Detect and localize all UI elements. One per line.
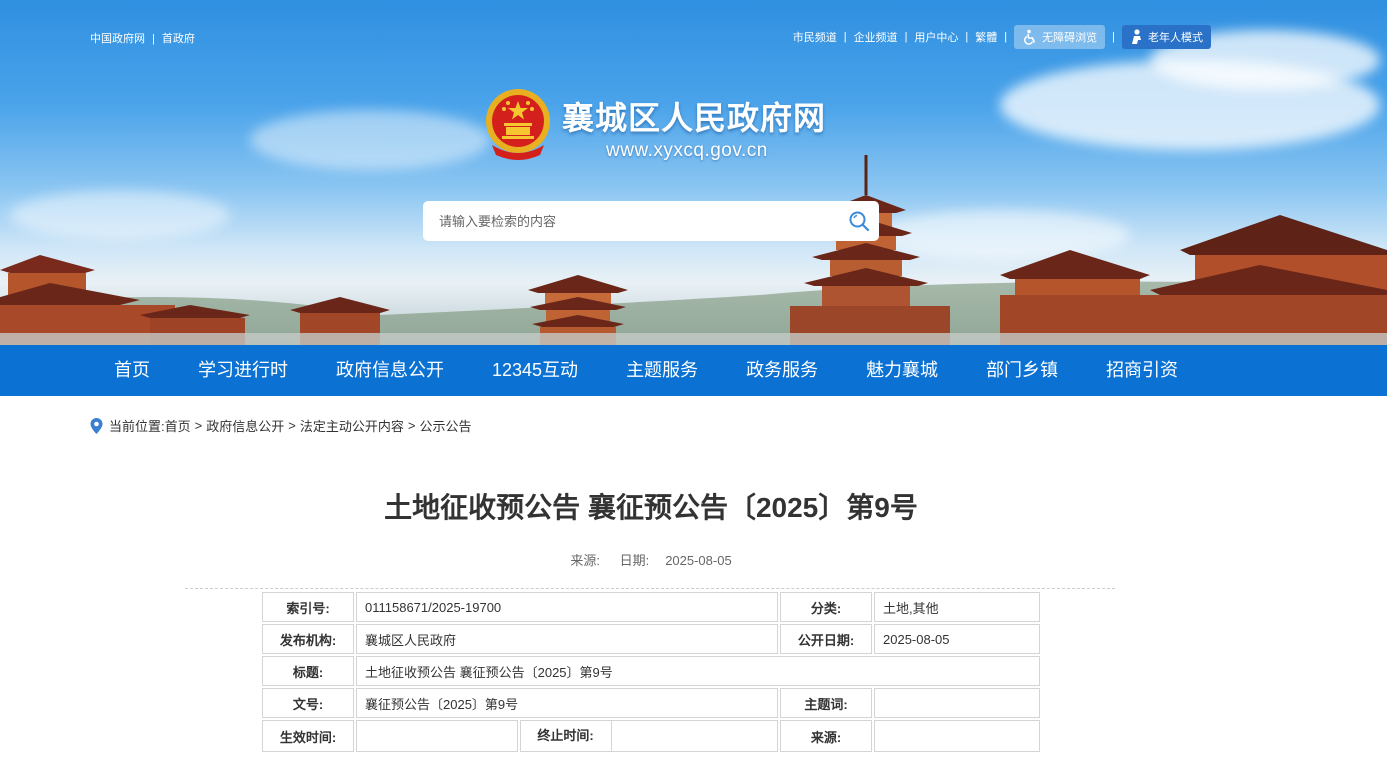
search-input[interactable] xyxy=(423,201,833,241)
nav-item-gov-services[interactable]: 政务服务 xyxy=(722,345,842,396)
accessibility-label: 无障碍浏览 xyxy=(1042,32,1098,44)
table-row: 索引号: 011158671/2025-19700 分类: 土地,其他 xyxy=(262,592,1040,622)
site-title: 襄城区人民政府网 xyxy=(562,100,827,136)
breadcrumb-gov-info[interactable]: 政府信息公开 xyxy=(206,416,284,435)
search-box xyxy=(423,201,879,241)
nav-item-study[interactable]: 学习进行时 xyxy=(174,345,312,396)
elderly-person-icon xyxy=(1132,29,1141,44)
publisher-label: 发布机构: xyxy=(262,624,354,654)
national-emblem-logo xyxy=(486,89,550,160)
nav-item-charm[interactable]: 魅力襄城 xyxy=(842,345,962,396)
doc-no-value: 襄征预公告〔2025〕第9号 xyxy=(356,688,778,718)
nav-item-departments[interactable]: 部门乡镇 xyxy=(962,345,1082,396)
info-table: 索引号: 011158671/2025-19700 分类: 土地,其他 发布机构… xyxy=(260,590,1042,754)
nav-item-home[interactable]: 首页 xyxy=(90,345,174,396)
site-url: www.xyxcq.gov.cn xyxy=(606,140,768,161)
expire-cell: 终止时间: xyxy=(520,720,778,752)
link-citizen-channel[interactable]: 市民频道 xyxy=(793,29,837,45)
pub-date-label: 公开日期: xyxy=(780,624,872,654)
article-title: 土地征收预公告 襄征预公告〔2025〕第9号 xyxy=(384,492,918,523)
doc-no-label: 文号: xyxy=(262,688,354,718)
index-label: 索引号: xyxy=(262,592,354,622)
expire-value xyxy=(612,721,777,751)
elder-mode-button[interactable]: 老年人模式 xyxy=(1122,25,1211,49)
divider xyxy=(185,588,1115,589)
breadcrumb-notices[interactable]: 公示公告 xyxy=(419,416,471,435)
source-label: 来源: xyxy=(570,553,600,568)
breadcrumb: 当前位置: 首页 > 政府信息公开 > 法定主动公开内容 > 公示公告 xyxy=(90,416,471,435)
table-row: 文号: 襄征预公告〔2025〕第9号 主题词: xyxy=(262,688,1040,718)
subject-label: 主题词: xyxy=(780,688,872,718)
index-value: 011158671/2025-19700 xyxy=(356,592,778,622)
source-label-cell: 来源: xyxy=(780,720,872,752)
top-bar: 中国政府网 | 首政府 市民频道 | 企业频道 | 用户中心 | 繁體 | 无障碍浏览 | xyxy=(0,0,1387,74)
expire-label: 终止时间: xyxy=(520,721,612,751)
search-icon[interactable] xyxy=(847,209,871,233)
publisher-value: 襄城区人民政府 xyxy=(356,624,778,654)
breadcrumb-home[interactable]: 首页 xyxy=(165,416,191,435)
link-traditional-chinese[interactable]: 繁體 xyxy=(975,29,997,45)
header-banner: 中国政府网 | 首政府 市民频道 | 企业频道 | 用户中心 | 繁體 | 无障碍浏览 | xyxy=(0,0,1387,345)
table-row: 生效时间: 终止时间: 来源: xyxy=(262,720,1040,752)
title-label: 标题: xyxy=(262,656,354,686)
article-date: 2025-08-05 xyxy=(665,553,732,568)
table-row: 标题: 土地征收预公告 襄征预公告〔2025〕第9号 xyxy=(262,656,1040,686)
category-value: 土地,其他 xyxy=(874,592,1040,622)
source-value xyxy=(874,720,1040,752)
breadcrumb-statutory[interactable]: 法定主动公开内容 xyxy=(300,416,404,435)
accessibility-button[interactable]: 无障碍浏览 xyxy=(1014,25,1106,49)
nav-item-investment[interactable]: 招商引资 xyxy=(1082,345,1202,396)
breadcrumb-prefix: 当前位置: xyxy=(109,419,165,434)
table-row: 发布机构: 襄城区人民政府 公开日期: 2025-08-05 xyxy=(262,624,1040,654)
main-nav: 首页 学习进行时 政府信息公开 12345互动 主题服务 政务服务 魅力襄城 部… xyxy=(0,345,1387,396)
link-enterprise-channel[interactable]: 企业频道 xyxy=(854,29,898,45)
title-value: 土地征收预公告 襄征预公告〔2025〕第9号 xyxy=(356,656,1040,686)
ancient-architecture-illustration xyxy=(0,155,1387,345)
date-label: 日期: 2025-08-05 xyxy=(619,553,732,568)
subject-value xyxy=(874,688,1040,718)
link-gov-china[interactable]: 中国政府网 xyxy=(90,33,145,45)
link-user-center[interactable]: 用户中心 xyxy=(914,29,958,45)
article-meta: 来源: 日期: 2025-08-05 xyxy=(0,550,1302,569)
location-pin-icon xyxy=(90,417,103,434)
wheelchair-icon xyxy=(1024,29,1036,45)
nav-item-topic-services[interactable]: 主题服务 xyxy=(602,345,722,396)
effective-label: 生效时间: xyxy=(262,720,354,752)
elder-mode-label: 老年人模式 xyxy=(1148,32,1203,44)
top-links-left: 中国政府网 | 首政府 xyxy=(90,33,195,45)
category-label: 分类: xyxy=(780,592,872,622)
nav-item-12345[interactable]: 12345互动 xyxy=(468,345,602,396)
pub-date-value: 2025-08-05 xyxy=(874,624,1040,654)
top-links-right: 市民频道 | 企业频道 | 用户中心 | 繁體 | 无障碍浏览 | 老年人模式 xyxy=(793,25,1211,49)
link-provincial-gov[interactable]: 首政府 xyxy=(162,33,195,45)
effective-value xyxy=(356,720,518,752)
nav-item-gov-info[interactable]: 政府信息公开 xyxy=(312,345,468,396)
